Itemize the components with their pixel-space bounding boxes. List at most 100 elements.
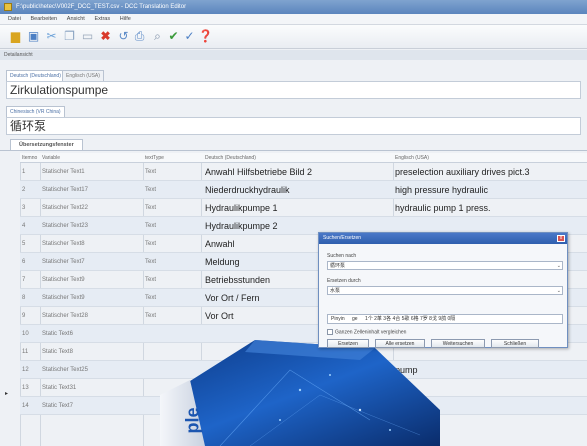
source-text-field[interactable]: Zirkulationspumpe <box>6 81 581 99</box>
dialog-title: Suchen/Ersetzen <box>323 235 362 241</box>
cell-itemno: 8 <box>22 295 26 301</box>
menu-edit[interactable]: Bearbeiten <box>31 14 58 25</box>
find-replace-dialog: Suchen/Ersetzen x Suchen nach 循环泵 ⌄ Erse… <box>318 232 568 348</box>
ime-candidates[interactable]: 1个 2革 3各 4合 5歌 6格 7罗 8戈 9鸽 0隔 <box>362 315 458 323</box>
cell-variable: Statischer Text7 <box>42 259 85 265</box>
replace-value: 水泵 <box>330 288 341 294</box>
cell-german[interactable]: Meldung <box>205 253 240 271</box>
cell-german[interactable]: Vor Ort / Fern <box>205 289 260 307</box>
header-itemno[interactable]: Itemno <box>22 153 37 163</box>
cell-german[interactable]: Anwahl <box>205 235 235 253</box>
app-icon <box>4 3 12 11</box>
cell-texttype: Text <box>145 205 157 211</box>
print-icon[interactable]: ⎙ <box>132 29 147 44</box>
cell-german[interactable]: Betriebsstunden <box>205 271 270 289</box>
cell-variable: Statischer Text9 <box>42 295 85 301</box>
replace-label: Ersetzen durch <box>327 278 361 284</box>
cell-variable: Static Text6 <box>42 331 73 337</box>
undo-icon[interactable]: ↺ <box>116 29 131 44</box>
box-art-label: ple <box>182 407 203 434</box>
menu-view[interactable]: Ansicht <box>67 14 85 25</box>
menu-bar: Datei Bearbeiten Ansicht Extras Hilfe <box>0 14 587 25</box>
header-texttype[interactable]: textType <box>145 153 164 163</box>
cell-german[interactable]: Anwahl Hilfsbetriebe Bild 2 <box>205 163 312 181</box>
tab-source-german[interactable]: Deutsch (Deutschland) <box>6 70 65 81</box>
cell-variable: Statischer Text23 <box>42 223 88 229</box>
cell-variable: Statischer Text25 <box>42 367 88 373</box>
chevron-down-icon[interactable]: ⌄ <box>557 262 561 270</box>
cell-itemno: 2 <box>22 187 26 193</box>
paste-icon[interactable]: ▭ <box>80 29 95 44</box>
panel-header: Detailansicht <box>0 50 587 60</box>
menu-help[interactable]: Hilfe <box>120 14 131 25</box>
cut-icon[interactable]: ✂ <box>44 29 59 44</box>
table-row[interactable]: 1 Statischer Text1 Text Anwahl Hilfsbetrieb… <box>20 163 587 181</box>
cell-itemno: 9 <box>22 313 26 319</box>
cell-itemno: 5 <box>22 241 26 247</box>
cell-texttype: Text <box>145 313 157 319</box>
spellcheck-icon[interactable]: ✓ <box>182 29 197 44</box>
cell-itemno: 12 <box>22 367 29 373</box>
find-input[interactable]: 循环泵 ⌄ <box>327 261 563 270</box>
find-label: Suchen nach <box>327 253 357 259</box>
cell-texttype: Text <box>145 259 157 265</box>
cell-english[interactable]: hydraulic pump 1 press. <box>395 199 491 217</box>
search-icon[interactable]: ⌕ <box>150 29 165 44</box>
cell-variable: Statischer Text17 <box>42 187 88 193</box>
chevron-down-icon[interactable]: ⌄ <box>557 287 561 295</box>
cell-variable: Statischer Text22 <box>42 205 88 211</box>
match-whole-cell-label: Ganzen Zelleninhalt vergleichen <box>335 329 407 336</box>
tab-source-english[interactable]: Englisch (USA) <box>62 70 104 81</box>
cell-itemno: 1 <box>22 169 26 175</box>
ime-candidate-bar[interactable]: Pinyin ge 1个 2革 3各 4合 5歌 6格 7罗 8戈 9鸽 0隔 <box>327 314 563 324</box>
find-next-button[interactable]: Weitersuchen <box>431 339 485 348</box>
section-divider <box>0 150 587 151</box>
current-row-indicator-icon: ▸ <box>5 391 9 397</box>
open-folder-icon[interactable]: ▆ <box>8 29 23 44</box>
toolbar: ▆ ▣ ✂ ❐ ▭ ✖ ↺ ⎙ ⌕ ✔ ✓ ❓ <box>0 25 587 49</box>
cell-texttype: Text <box>145 187 157 193</box>
replace-button[interactable]: Ersetzen <box>327 339 369 348</box>
table-row[interactable]: 2 Statischer Text17 Text Niederdruckhydraul… <box>20 181 587 199</box>
cell-german[interactable]: Hydraulikpumpe 1 <box>205 199 278 217</box>
ime-mode[interactable]: Pinyin <box>328 315 348 323</box>
close-button[interactable]: Schließen <box>491 339 539 348</box>
replace-all-button[interactable]: Alle ersetzen <box>375 339 425 348</box>
cell-variable: Statischer Text1 <box>42 169 85 175</box>
header-english[interactable]: Englisch (USA) <box>395 153 429 163</box>
cell-english[interactable]: high pressure hydraulic <box>395 181 488 199</box>
close-icon[interactable]: x <box>557 235 565 242</box>
cell-variable: Statischer Text9 <box>42 277 85 283</box>
dialog-titlebar: Suchen/Ersetzen x <box>319 233 567 244</box>
copy-icon[interactable]: ❐ <box>62 29 77 44</box>
table-row[interactable]: 3 Statischer Text22 Text Hydraulikpumpe 1 hy… <box>20 199 587 217</box>
cell-itemno: 11 <box>22 349 29 355</box>
cell-german[interactable]: Niederdruckhydraulik <box>205 181 290 199</box>
cell-german[interactable]: Vor Ort <box>205 307 234 325</box>
menu-file[interactable]: Datei <box>8 14 21 25</box>
match-whole-cell-option[interactable]: Ganzen Zelleninhalt vergleichen <box>327 329 406 336</box>
cell-variable: Static Text31 <box>42 385 77 391</box>
cell-texttype: Text <box>145 277 157 283</box>
window-titlebar: F:\public\hetec\V002F_DCC_TEST.csv - DCC… <box>0 0 587 14</box>
cell-texttype: Text <box>145 295 157 301</box>
cell-english[interactable]: preselection auxiliary drives pict.3 <box>395 163 530 181</box>
menu-tools[interactable]: Extras <box>95 14 111 25</box>
cell-variable: Statischer Text28 <box>42 313 88 319</box>
box-art-image <box>160 340 440 446</box>
header-variable[interactable]: Variable <box>42 153 60 163</box>
cell-german[interactable]: Hydraulikpumpe 2 <box>205 217 278 235</box>
cell-itemno: 3 <box>22 205 26 211</box>
grid-header: Itemno Variable textType Deutsch (Deutsc… <box>20 153 587 163</box>
header-german[interactable]: Deutsch (Deutschland) <box>205 153 256 163</box>
check-icon[interactable]: ✔ <box>166 29 181 44</box>
tab-target-chinese[interactable]: Chinesisch (VR China) <box>6 106 65 117</box>
target-text-field[interactable]: 循环泵 <box>6 117 581 135</box>
save-icon[interactable]: ▣ <box>26 29 41 44</box>
delete-icon[interactable]: ✖ <box>98 29 113 44</box>
match-whole-cell-checkbox[interactable] <box>327 329 333 335</box>
help-icon[interactable]: ❓ <box>198 29 213 44</box>
box-art-overlay: ple <box>160 340 460 446</box>
find-value: 循环泵 <box>330 263 346 269</box>
replace-input[interactable]: 水泵 ⌄ <box>327 286 563 295</box>
